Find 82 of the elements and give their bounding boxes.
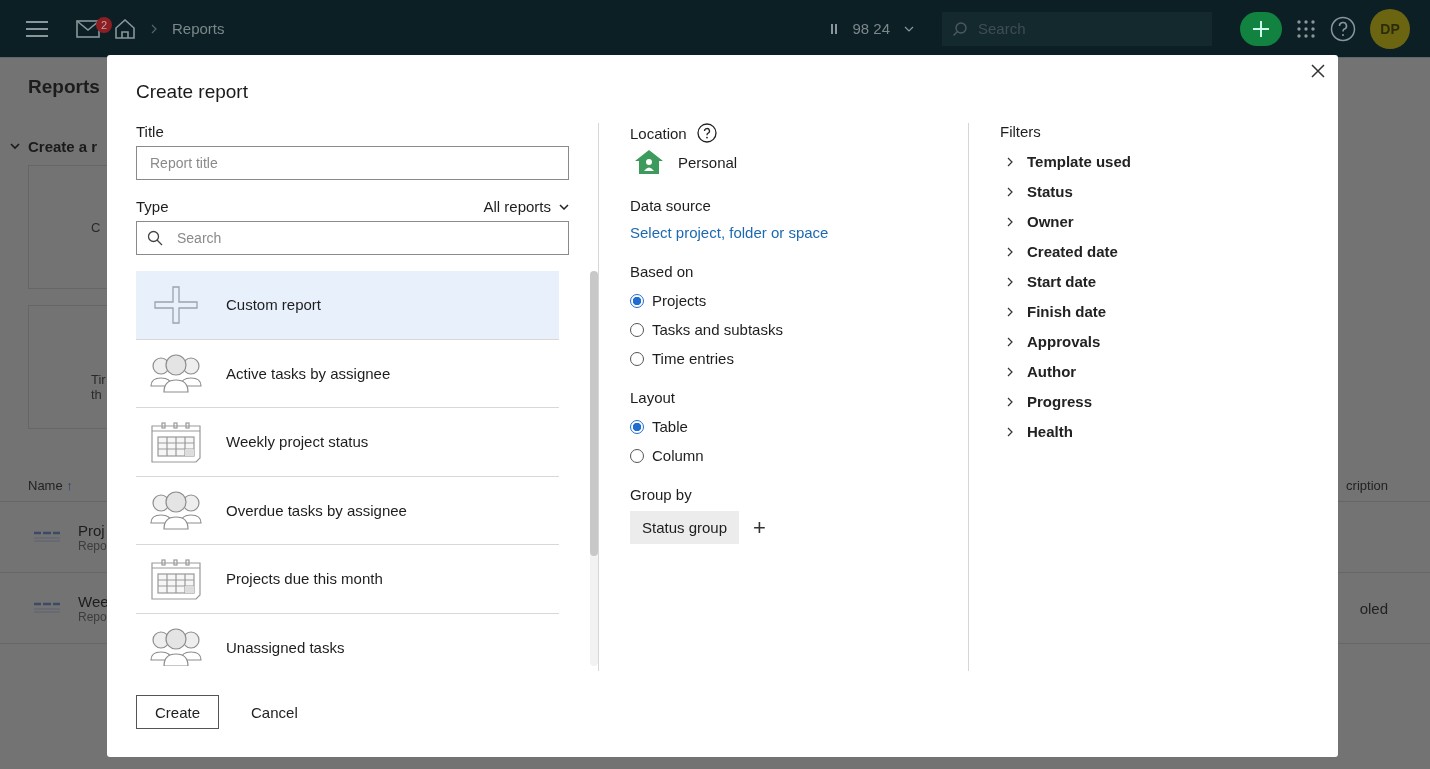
close-icon[interactable] xyxy=(1311,64,1325,78)
help-icon[interactable] xyxy=(1330,15,1356,42)
people-icon xyxy=(148,353,204,394)
report-icon xyxy=(34,531,60,543)
template-item[interactable]: Custom report xyxy=(136,271,559,340)
add-group-button[interactable]: + xyxy=(753,514,766,541)
radio-option[interactable]: Projects xyxy=(630,292,968,309)
house-icon xyxy=(634,149,664,175)
radio-option[interactable]: Tasks and subtasks xyxy=(630,321,968,338)
field-label: Data source xyxy=(630,197,712,214)
type-dropdown[interactable]: All reports xyxy=(483,198,569,215)
filter-item[interactable]: Health xyxy=(1000,423,1131,440)
help-icon[interactable] xyxy=(696,123,717,143)
filter-item[interactable]: Template used xyxy=(1000,153,1131,170)
filter-item[interactable]: Approvals xyxy=(1000,333,1131,350)
report-name[interactable]: Wee xyxy=(78,592,109,610)
chevron-icon xyxy=(150,23,158,34)
people-icon xyxy=(148,490,204,531)
report-icon xyxy=(34,602,60,614)
field-label: Title xyxy=(136,123,165,140)
field-label: Based on xyxy=(630,263,695,280)
chevron-icon xyxy=(1007,156,1013,167)
section-title[interactable]: Create a r xyxy=(28,138,98,155)
field-label: Filters xyxy=(1000,123,1042,140)
filter-item[interactable]: Created date xyxy=(1000,243,1131,260)
field-label: Group by xyxy=(630,486,693,503)
location-value: Personal xyxy=(678,153,738,171)
create-button[interactable]: Create xyxy=(136,695,220,729)
chevron-icon xyxy=(1007,366,1013,377)
field-label: Layout xyxy=(630,389,677,406)
report-name[interactable]: Proj xyxy=(78,521,107,539)
chevron-icon[interactable] xyxy=(10,143,20,150)
timer[interactable]: 98 24 xyxy=(852,20,890,37)
add-button[interactable] xyxy=(1240,11,1282,46)
notification-badge: 2 xyxy=(96,16,113,33)
home-icon[interactable] xyxy=(114,18,136,39)
field-label: Location xyxy=(630,124,687,142)
calendar-icon xyxy=(148,420,204,463)
chevron-icon xyxy=(1007,276,1013,287)
template-item[interactable]: Active tasks by assignee xyxy=(136,339,559,408)
filter-item[interactable]: Progress xyxy=(1000,393,1131,410)
scrollbar[interactable] xyxy=(590,271,598,666)
template-item[interactable]: Overdue tasks by assignee xyxy=(136,476,559,545)
people-icon xyxy=(148,627,204,666)
pause-icon[interactable] xyxy=(830,23,839,34)
field-label: Type xyxy=(136,198,169,215)
chevron-icon xyxy=(1007,336,1013,347)
filter-item[interactable]: Owner xyxy=(1000,213,1131,230)
calendar-icon xyxy=(148,557,204,600)
template-item[interactable]: Unassigned tasks xyxy=(136,613,559,666)
card-text: C xyxy=(91,219,101,235)
chevron-icon xyxy=(1007,216,1013,227)
chevron-icon xyxy=(1007,186,1013,197)
filter-item[interactable]: Status xyxy=(1000,183,1131,200)
filter-item[interactable]: Finish date xyxy=(1000,303,1131,320)
group-chip[interactable]: Status group xyxy=(630,511,740,544)
breadcrumb[interactable]: Reports xyxy=(172,20,225,37)
page-title: Reports xyxy=(28,76,100,98)
chevron-icon xyxy=(1007,306,1013,317)
dialog-title: Create report xyxy=(136,81,249,103)
chevron-icon xyxy=(1007,246,1013,257)
title-field[interactable]: Report title xyxy=(136,146,569,180)
data-source-link[interactable]: Select project, folder or space xyxy=(630,224,968,241)
caret-icon[interactable] xyxy=(904,25,914,32)
radio-option[interactable]: Time entries xyxy=(630,350,968,367)
search-field[interactable]: Search xyxy=(136,221,569,255)
radio-option[interactable]: Table xyxy=(630,418,968,435)
chevron-icon xyxy=(1007,426,1013,437)
chevron-icon xyxy=(1007,396,1013,407)
caret-icon xyxy=(559,203,569,210)
filter-item[interactable]: Author xyxy=(1000,363,1131,380)
apps-icon[interactable] xyxy=(1296,18,1316,39)
template-item[interactable]: Projects due this month xyxy=(136,545,559,614)
card-text: th xyxy=(91,387,102,402)
table-cell: oled xyxy=(1359,599,1388,617)
card-text: Tir xyxy=(91,372,106,387)
mail-icon[interactable] xyxy=(76,19,100,38)
filter-item[interactable]: Start date xyxy=(1000,273,1131,290)
search-icon xyxy=(952,20,968,37)
menu-icon[interactable] xyxy=(26,20,48,37)
template-item[interactable]: Weekly project status xyxy=(136,408,559,477)
radio-option[interactable]: Column xyxy=(630,447,968,464)
